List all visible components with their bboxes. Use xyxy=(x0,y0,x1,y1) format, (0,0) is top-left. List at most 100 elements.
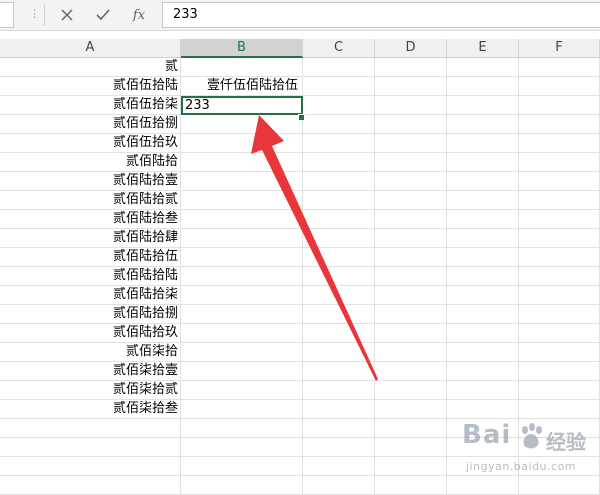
formula-input[interactable]: 233 xyxy=(162,2,600,28)
cell-c[interactable] xyxy=(303,77,375,96)
cell-a[interactable] xyxy=(0,438,181,457)
insert-function-button[interactable]: fx xyxy=(126,4,152,26)
cell-b[interactable] xyxy=(181,115,303,134)
cell-d[interactable] xyxy=(375,210,447,229)
column-header-c[interactable]: C xyxy=(303,39,375,57)
cell-c[interactable] xyxy=(303,457,375,476)
cell-e[interactable] xyxy=(447,362,519,381)
cell-f[interactable] xyxy=(519,172,600,191)
cell-b[interactable] xyxy=(181,400,303,419)
cell-f[interactable] xyxy=(519,286,600,305)
cell-a[interactable]: 贰佰陆拾肆 xyxy=(0,229,181,248)
cell-f[interactable] xyxy=(519,229,600,248)
cell-c[interactable] xyxy=(303,419,375,438)
cell-f[interactable] xyxy=(519,191,600,210)
cell-e[interactable] xyxy=(447,134,519,153)
cell-b[interactable] xyxy=(181,229,303,248)
cell-a[interactable]: 贰佰陆拾叁 xyxy=(0,210,181,229)
cell-a[interactable]: 贰佰陆拾捌 xyxy=(0,305,181,324)
cell-c[interactable] xyxy=(303,58,375,77)
cell-a[interactable]: 贰佰柒拾叁 xyxy=(0,400,181,419)
name-box[interactable] xyxy=(0,2,14,28)
cell-d[interactable] xyxy=(375,134,447,153)
active-cell[interactable]: 233 xyxy=(181,96,303,115)
cell-e[interactable] xyxy=(447,172,519,191)
cell-c[interactable] xyxy=(303,115,375,134)
cell-a[interactable]: 贰佰陆拾陆 xyxy=(0,267,181,286)
cell-e[interactable] xyxy=(447,381,519,400)
cell-c[interactable] xyxy=(303,172,375,191)
cell-a[interactable]: 贰佰伍拾玖 xyxy=(0,134,181,153)
cell-e[interactable] xyxy=(447,191,519,210)
cell-d[interactable] xyxy=(375,343,447,362)
cell-d[interactable] xyxy=(375,248,447,267)
cell-d[interactable] xyxy=(375,362,447,381)
cell-b[interactable] xyxy=(181,324,303,343)
cell-b[interactable] xyxy=(181,172,303,191)
cell-b[interactable] xyxy=(181,286,303,305)
cell-c[interactable] xyxy=(303,400,375,419)
cell-b[interactable] xyxy=(181,267,303,286)
cell-f[interactable] xyxy=(519,400,600,419)
cell-c[interactable] xyxy=(303,229,375,248)
cell-a[interactable]: 贰佰陆拾贰 xyxy=(0,191,181,210)
cell-e[interactable] xyxy=(447,267,519,286)
cell-e[interactable] xyxy=(447,400,519,419)
cell-f[interactable] xyxy=(519,210,600,229)
cell-f[interactable] xyxy=(519,58,600,77)
cell-c[interactable] xyxy=(303,381,375,400)
cell-c[interactable] xyxy=(303,134,375,153)
cell-b[interactable]: 壹仟伍佰陆拾伍 xyxy=(181,77,303,96)
cell-d[interactable] xyxy=(375,96,447,115)
cell-c[interactable] xyxy=(303,267,375,286)
cell-e[interactable] xyxy=(447,343,519,362)
cell-e[interactable] xyxy=(447,210,519,229)
cell-f[interactable] xyxy=(519,115,600,134)
cell-d[interactable] xyxy=(375,457,447,476)
cell-e[interactable] xyxy=(447,248,519,267)
cell-b[interactable] xyxy=(181,191,303,210)
cell-c[interactable] xyxy=(303,191,375,210)
cell-d[interactable] xyxy=(375,172,447,191)
cell-a[interactable]: 贰佰陆拾玖 xyxy=(0,324,181,343)
cell-b[interactable] xyxy=(181,305,303,324)
cell-a[interactable] xyxy=(0,457,181,476)
cell-b[interactable] xyxy=(181,343,303,362)
cell-b[interactable] xyxy=(181,476,303,495)
cell-e[interactable] xyxy=(447,77,519,96)
cell-a[interactable]: 贰佰柒拾壹 xyxy=(0,362,181,381)
cell-f[interactable] xyxy=(519,362,600,381)
cell-b[interactable] xyxy=(181,381,303,400)
cell-d[interactable] xyxy=(375,153,447,172)
cell-e[interactable] xyxy=(447,96,519,115)
checkmark-icon[interactable] xyxy=(90,4,116,26)
cell-e[interactable] xyxy=(447,324,519,343)
cell-a[interactable]: 贰佰柒拾贰 xyxy=(0,381,181,400)
cell-c[interactable] xyxy=(303,324,375,343)
cell-b[interactable] xyxy=(181,362,303,381)
cell-b[interactable] xyxy=(181,58,303,77)
cell-c[interactable] xyxy=(303,153,375,172)
cell-d[interactable] xyxy=(375,381,447,400)
cell-d[interactable] xyxy=(375,267,447,286)
cell-b[interactable] xyxy=(181,438,303,457)
cell-a[interactable]: 贰佰陆拾壹 xyxy=(0,172,181,191)
cell-a[interactable]: 贰佰伍拾柒 xyxy=(0,96,181,115)
cell-f[interactable] xyxy=(519,96,600,115)
cell-a[interactable]: 贰佰伍拾捌 xyxy=(0,115,181,134)
cell-d[interactable] xyxy=(375,438,447,457)
column-header-e[interactable]: E xyxy=(447,39,519,57)
cell-d[interactable] xyxy=(375,191,447,210)
cell-f[interactable] xyxy=(519,343,600,362)
cell-c[interactable] xyxy=(303,476,375,495)
cell-d[interactable] xyxy=(375,286,447,305)
cell-c[interactable] xyxy=(303,210,375,229)
cell-f[interactable] xyxy=(519,248,600,267)
cell-b[interactable] xyxy=(181,153,303,172)
cell-a[interactable]: 贰佰陆拾柒 xyxy=(0,286,181,305)
fill-handle[interactable] xyxy=(298,114,305,121)
cell-e[interactable] xyxy=(447,153,519,172)
cell-d[interactable] xyxy=(375,77,447,96)
cell-f[interactable] xyxy=(519,305,600,324)
cell-b[interactable] xyxy=(181,248,303,267)
